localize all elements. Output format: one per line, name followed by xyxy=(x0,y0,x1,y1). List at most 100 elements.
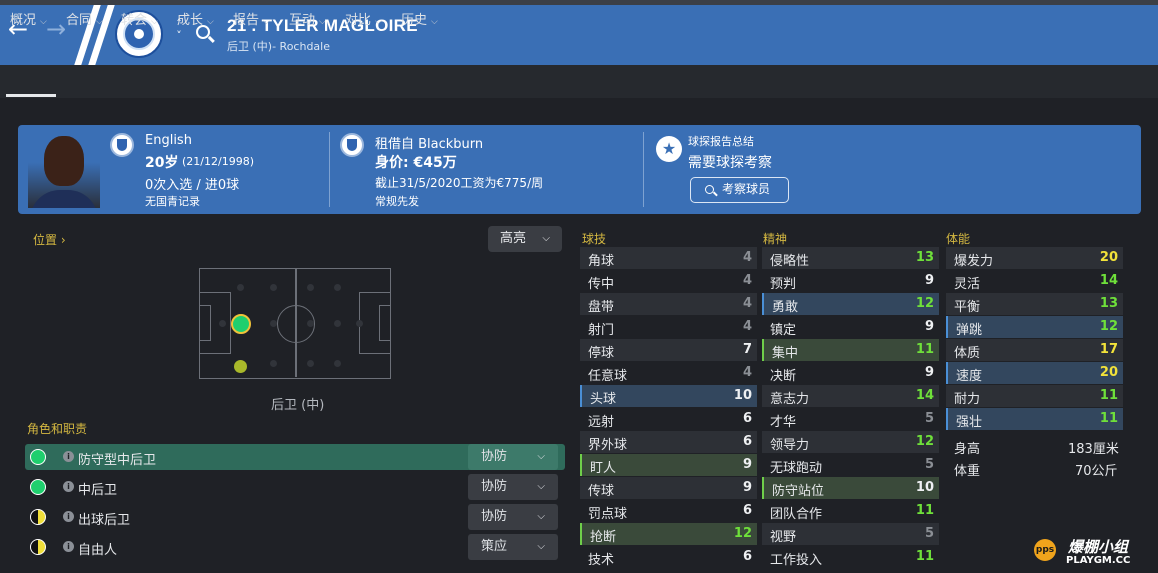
menu-transfer[interactable]: 转会 ⌵ xyxy=(121,9,158,28)
attribute-row[interactable]: 强壮 11 xyxy=(946,408,1123,430)
attribute-row[interactable]: 停球 7 xyxy=(580,339,757,361)
attribute-row[interactable]: 传中 4 xyxy=(580,270,757,292)
menu-contract[interactable]: 合同 ⌵ xyxy=(66,9,103,28)
attribute-value: 9 xyxy=(924,319,934,334)
attribute-row[interactable]: 集中 11 xyxy=(762,339,939,361)
attribute-row[interactable]: 远射 6 xyxy=(580,408,757,430)
menu-compare[interactable]: 对比 ⌵ xyxy=(345,9,382,28)
attribute-value: 9 xyxy=(742,480,752,495)
attribute-row[interactable]: 无球跑动 5 xyxy=(762,454,939,476)
info-icon[interactable]: i xyxy=(63,451,74,462)
attribute-row[interactable]: 界外球 6 xyxy=(580,431,757,453)
menu-overview[interactable]: 概况 ⌵ xyxy=(10,9,47,28)
chevron-down-icon: ⌵ xyxy=(319,17,326,27)
loan-info[interactable]: 租借自 Blackburn xyxy=(375,133,483,152)
attribute-row[interactable]: 决断 9 xyxy=(762,362,939,384)
attribute-row[interactable]: 领导力 12 xyxy=(762,431,939,453)
attribute-row[interactable]: 头球 10 xyxy=(580,385,757,407)
attribute-row[interactable]: 抢断 12 xyxy=(580,523,757,545)
height-value: 183厘米 xyxy=(1068,442,1119,457)
role-row[interactable]: i 自由人 策应 ⌵ xyxy=(25,534,565,560)
scout-player-button[interactable]: 考察球员 xyxy=(690,177,789,203)
attribute-row[interactable]: 灵活 14 xyxy=(946,270,1123,292)
role-row[interactable]: i 中后卫 协防 ⌵ xyxy=(25,474,565,500)
attribute-name: 停球 xyxy=(588,346,615,361)
duty-dropdown[interactable]: 协防 ⌵ xyxy=(468,504,558,530)
pitch-position-dot xyxy=(219,320,226,327)
attribute-row[interactable]: 体质 17 xyxy=(946,339,1123,361)
birth-date: (21/12/1998) xyxy=(182,155,254,168)
menu-history[interactable]: 历史 ⌵ xyxy=(401,9,438,28)
attribute-name: 视野 xyxy=(770,530,797,545)
attribute-value: 5 xyxy=(924,457,934,472)
pitch-position-dot xyxy=(270,360,277,367)
info-icon[interactable]: i xyxy=(63,511,74,522)
watermark-logo-icon: pps xyxy=(1034,539,1056,561)
role-name: 自由人 xyxy=(78,543,118,558)
attribute-name: 传球 xyxy=(588,484,615,499)
attribute-row[interactable]: 罚点球 6 xyxy=(580,500,757,522)
player-subtitle[interactable]: 后卫 (中)- Rochdale xyxy=(227,38,330,54)
chevron-down-icon[interactable]: ˅ xyxy=(172,30,186,42)
attribute-row[interactable]: 团队合作 11 xyxy=(762,500,939,522)
attribute-row[interactable]: 工作投入 11 xyxy=(762,546,939,568)
attribute-row[interactable]: 预判 9 xyxy=(762,270,939,292)
divider xyxy=(643,132,644,207)
nationality[interactable]: English xyxy=(145,133,192,148)
duty-dropdown[interactable]: 策应 ⌵ xyxy=(468,534,558,560)
attribute-name: 强壮 xyxy=(956,415,983,430)
position-link[interactable]: 位置 › xyxy=(33,231,66,248)
menu-interaction[interactable]: 互动 ⌵ xyxy=(289,9,326,28)
physical-header: 体能 xyxy=(946,232,971,246)
attribute-row[interactable]: 传球 9 xyxy=(580,477,757,499)
search-icon xyxy=(705,185,714,194)
role-row[interactable]: i 出球后卫 协防 ⌵ xyxy=(25,504,565,530)
attribute-row[interactable]: 镇定 9 xyxy=(762,316,939,338)
attribute-row[interactable]: 任意球 4 xyxy=(580,362,757,384)
attribute-value: 10 xyxy=(733,388,752,403)
attribute-value: 6 xyxy=(742,549,752,564)
weight-label: 体重 xyxy=(954,464,981,479)
attribute-row[interactable]: 速度 20 xyxy=(946,362,1123,384)
attribute-name: 速度 xyxy=(956,369,983,384)
attribute-row[interactable]: 耐力 11 xyxy=(946,385,1123,407)
info-icon[interactable]: i xyxy=(63,541,74,552)
attribute-row[interactable]: 平衡 13 xyxy=(946,293,1123,315)
attribute-name: 灵活 xyxy=(954,277,981,292)
attribute-row[interactable]: 才华 5 xyxy=(762,408,939,430)
highlight-dropdown[interactable]: 高亮 ⌵ xyxy=(488,226,562,252)
attribute-row[interactable]: 爆发力 20 xyxy=(946,247,1123,269)
attribute-row[interactable]: 勇敢 12 xyxy=(762,293,939,315)
attribute-name: 镇定 xyxy=(770,323,797,338)
info-icon[interactable]: i xyxy=(63,481,74,492)
scout-report-title: 球探报告总结 xyxy=(688,135,754,148)
nation-flag-icon[interactable] xyxy=(110,133,134,157)
parent-club-crest-icon[interactable] xyxy=(340,133,364,157)
menu-reports[interactable]: 报告 ⌵ xyxy=(233,9,270,28)
attribute-value: 9 xyxy=(742,457,752,472)
forward-arrow-icon[interactable]: → xyxy=(46,17,66,41)
attribute-row[interactable]: 视野 5 xyxy=(762,523,939,545)
pitch-position-dot xyxy=(334,284,341,291)
role-row[interactable]: i 防守型中后卫 协防 ⌵ xyxy=(25,444,565,470)
attribute-row[interactable]: 意志力 14 xyxy=(762,385,939,407)
menu-development[interactable]: 成长 ⌵ xyxy=(177,9,214,28)
squad-status: 常规先发 xyxy=(375,195,419,208)
attribute-row[interactable]: 射门 4 xyxy=(580,316,757,338)
attribute-row[interactable]: 侵略性 13 xyxy=(762,247,939,269)
attribute-row[interactable]: 盘带 4 xyxy=(580,293,757,315)
attribute-row[interactable]: 技术 6 xyxy=(580,546,757,568)
height-label: 身高 xyxy=(954,442,981,457)
attribute-row[interactable]: 角球 4 xyxy=(580,247,757,269)
attribute-name: 工作投入 xyxy=(770,553,823,568)
duty-dropdown[interactable]: 协防 ⌵ xyxy=(468,444,558,470)
attribute-row[interactable]: 盯人 9 xyxy=(580,454,757,476)
attribute-row[interactable]: 防守站位 10 xyxy=(762,477,939,499)
attribute-name: 团队合作 xyxy=(770,507,823,522)
attribute-row[interactable]: 弹跳 12 xyxy=(946,316,1123,338)
duty-dropdown[interactable]: 协防 ⌵ xyxy=(468,474,558,500)
secondary-position-marker xyxy=(234,360,247,373)
attribute-value: 6 xyxy=(742,434,752,449)
chevron-down-icon: ⌵ xyxy=(40,17,47,27)
attribute-value: 4 xyxy=(742,296,752,311)
